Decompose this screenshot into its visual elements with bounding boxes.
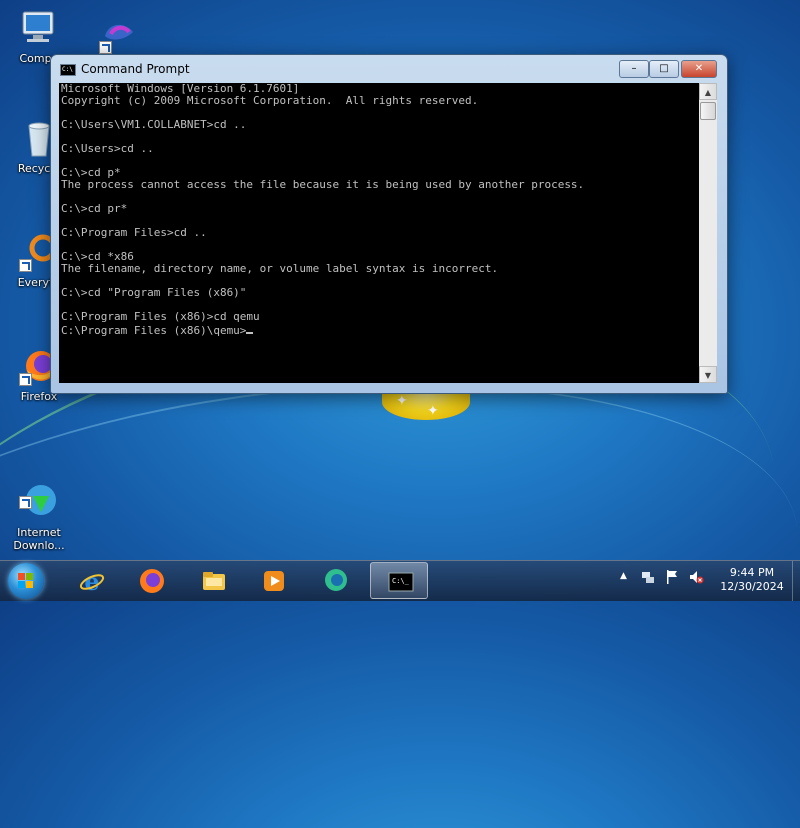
taskbar: e C:\_ ▲ 9:44 PM 12/30/2024 [0,560,800,601]
desktop-icon-shortcut[interactable] [84,14,154,58]
taskbar-media-player[interactable] [244,562,302,599]
taskbar-chat-app[interactable] [306,562,364,599]
show-desktop-button[interactable] [792,561,800,601]
taskbar-internet-explorer[interactable]: e [62,562,120,599]
internet-explorer-icon: e [79,568,105,594]
shortcut-arrow-icon [19,373,32,386]
shortcut-arrow-icon [19,496,32,509]
taskbar-explorer[interactable] [184,562,242,599]
shortcut-arrow-icon [99,41,112,54]
clock-time: 9:44 PM [729,566,775,579]
wallpaper-sparkle: ✦ [427,403,439,419]
windows-logo-icon [18,573,33,588]
window-title: Command Prompt [81,62,190,76]
teamviewer-like-shortcut-icon [99,14,139,54]
taskbar-firefox[interactable] [122,562,180,599]
media-player-icon [264,571,284,591]
wallpaper-sparkle: ✦ [396,393,408,409]
cmd-icon: C:\_ [388,572,414,592]
scroll-up-arrow-icon[interactable]: ▲ [699,83,717,100]
scrollbar-thumb[interactable] [700,102,716,120]
chat-bubble-icon [325,569,347,591]
minimize-button[interactable]: – [619,60,649,78]
network-icon[interactable] [640,569,656,585]
firefox-icon [140,569,164,593]
desktop-icon-label: Internet Downlo... [13,526,65,552]
console-text: Microsoft Windows [Version 6.1.7601] Cop… [61,83,585,323]
clock-date: 12/30/2024 [720,580,784,593]
action-center-flag-icon[interactable] [664,569,680,585]
console-output[interactable]: Microsoft Windows [Version 6.1.7601] Cop… [59,83,699,383]
command-prompt-window[interactable]: C:\ Command Prompt – □ ✕ Microsoft Windo… [50,54,728,394]
svg-text:C:\_: C:\_ [392,577,410,585]
taskbar-command-prompt[interactable]: C:\_ [370,562,428,599]
computer-icon [19,8,59,48]
internet-download-manager-icon [19,469,59,515]
console-prompt: C:\Program Files (x86)\qemu> [61,324,247,337]
close-button[interactable]: ✕ [681,60,717,78]
shortcut-arrow-icon [19,259,32,272]
start-button[interactable] [8,563,44,599]
svg-text:e: e [84,568,99,594]
maximize-button[interactable]: □ [649,60,679,78]
desktop-icon-internet-download-manager[interactable]: Internet Downlo... [4,456,74,565]
system-clock[interactable]: 9:44 PM 12/30/2024 [714,566,790,594]
text-cursor [246,323,254,334]
cmd-icon: C:\ [60,64,76,76]
folder-icon [203,572,225,590]
show-hidden-icons-icon[interactable]: ▲ [620,571,627,581]
volume-muted-icon[interactable] [688,569,704,585]
window-titlebar[interactable]: C:\ Command Prompt – □ ✕ [51,55,727,83]
scroll-down-arrow-icon[interactable]: ▼ [699,366,717,383]
vertical-scrollbar[interactable]: ▲ ▼ [699,83,717,383]
